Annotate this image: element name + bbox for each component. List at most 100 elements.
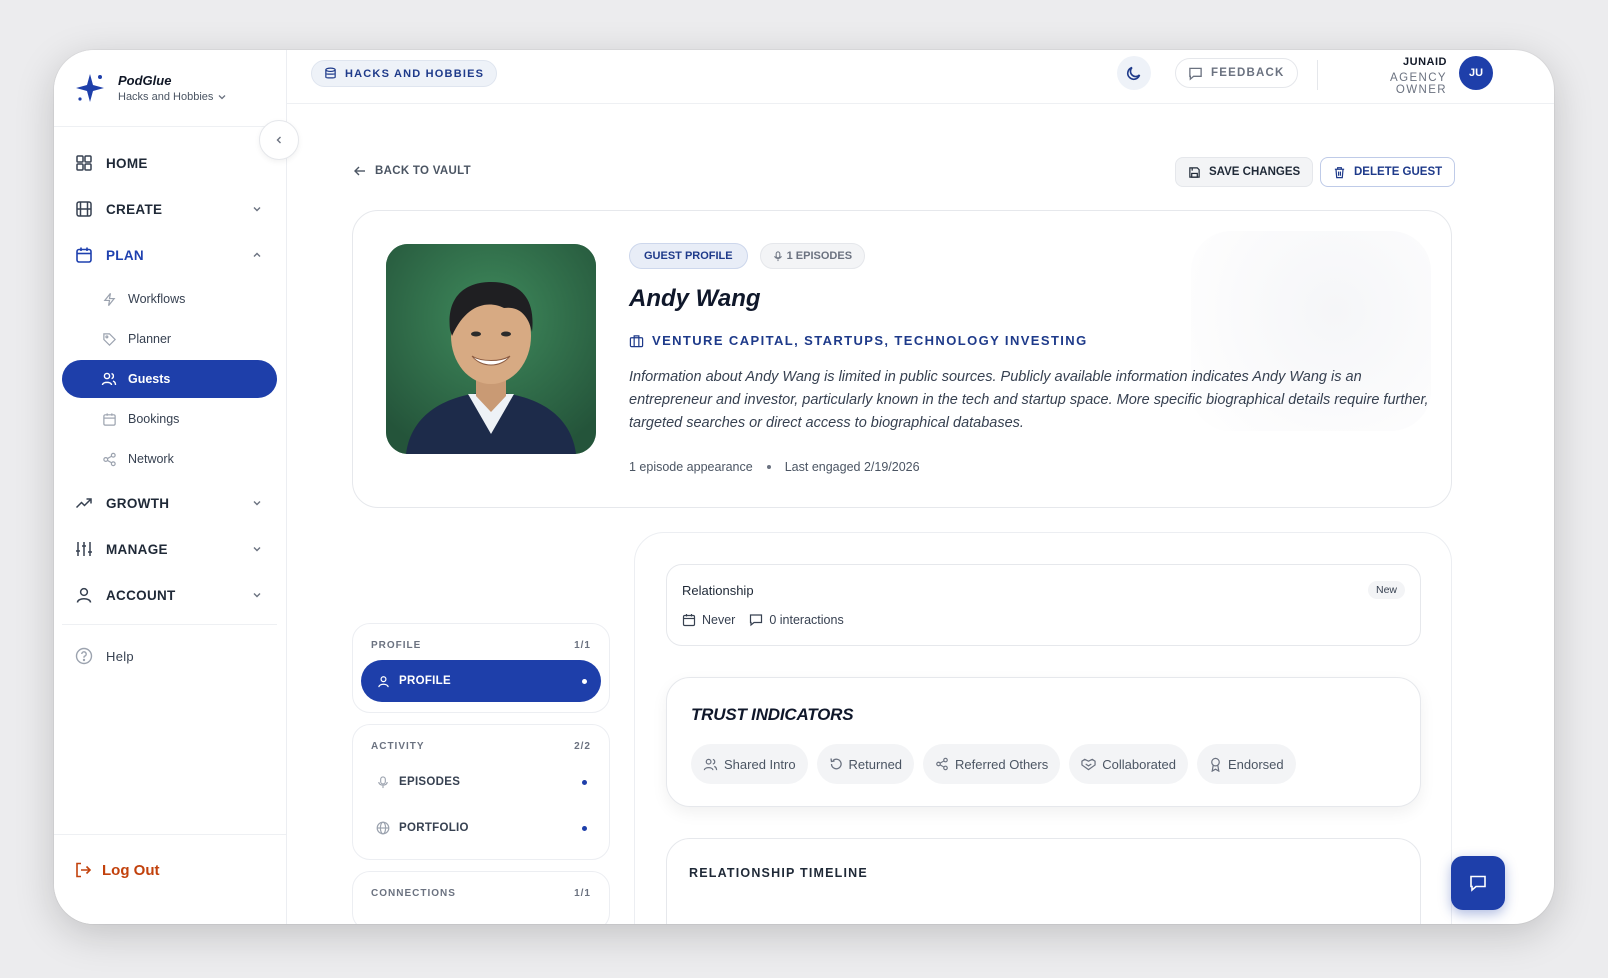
workspace-pill-label: HACKS AND HOBBIES <box>345 67 485 80</box>
sidebar-item-growth[interactable]: GROWTH <box>62 480 277 526</box>
trust-indicators-card: TRUST INDICATORS Shared Intro Returned R… <box>666 677 1421 807</box>
trust-chip-shared-intro[interactable]: Shared Intro <box>691 744 808 784</box>
sidebar-footer: Log Out <box>54 834 286 879</box>
user-icon <box>74 585 94 605</box>
briefcase-icon <box>629 334 644 347</box>
meta-separator <box>766 465 771 469</box>
sidebar-item-help[interactable]: Help <box>62 633 277 679</box>
calendar-icon <box>74 245 94 265</box>
section-head-count: 1/1 <box>574 888 591 899</box>
bolt-icon <box>100 290 118 308</box>
section-head: ACTIVITY 2/2 <box>353 725 609 752</box>
sidebar-subitem-network[interactable]: Network <box>62 440 277 478</box>
status-dot <box>582 678 587 684</box>
workspace-pill[interactable]: HACKS AND HOBBIES <box>311 60 498 87</box>
user-info[interactable]: JUNAID AGENCY OWNER <box>1337 56 1447 96</box>
trust-chip-label: Referred Others <box>955 756 1049 772</box>
sidebar-item-label: PLAN <box>106 247 144 263</box>
app-window: PodGlue Hacks and Hobbies HOME CREATE PL… <box>54 50 1554 924</box>
sidebar-subitem-guests[interactable]: Guests <box>62 360 277 398</box>
moon-icon <box>1126 66 1141 81</box>
interaction-count-value: 0 interactions <box>769 613 844 627</box>
chat-button[interactable] <box>1451 856 1505 910</box>
sidebar-nav: HOME CREATE PLAN Workflows Planner Guest… <box>62 140 277 679</box>
save-changes-button[interactable]: SAVE CHANGES <box>1175 157 1314 187</box>
trust-indicators-title: TRUST INDICATORS <box>691 705 854 724</box>
sidebar-subitem-bookings[interactable]: Bookings <box>62 400 277 438</box>
save-icon <box>1189 166 1200 178</box>
workspace-label: Hacks and Hobbies <box>118 91 214 103</box>
relationship-timeline-title: RELATIONSHIP TIMELINE <box>689 866 868 880</box>
episodes-badge-label: 1 EPISODES <box>786 250 853 262</box>
sidebar-item-create[interactable]: CREATE <box>62 186 277 232</box>
section-head-label: CONNECTIONS <box>371 888 456 899</box>
section-item-episodes[interactable]: EPISODES <box>361 761 601 803</box>
trust-chip-label: Collaborated <box>1102 756 1176 772</box>
sidebar-subitem-workflows[interactable]: Workflows <box>62 280 277 318</box>
feedback-button[interactable]: FEEDBACK <box>1175 58 1298 88</box>
brand-name: PodGlue <box>118 73 172 88</box>
brand-switcher[interactable]: PodGlue Hacks and Hobbies <box>74 68 227 108</box>
appearance-count: 1 episode appearance <box>629 460 753 474</box>
section-group-profile: PROFILE 1/1 PROFILE <box>352 623 610 713</box>
sidebar-subitem-planner[interactable]: Planner <box>62 320 277 358</box>
users-icon <box>703 758 718 770</box>
guest-industry-label: VENTURE CAPITAL, STARTUPS, TECHNOLOGY IN… <box>652 333 1088 348</box>
tag-icon <box>100 330 118 348</box>
logout-button[interactable]: Log Out <box>74 861 159 879</box>
trash-icon <box>1334 166 1345 178</box>
trust-chip-collaborated[interactable]: Collaborated <box>1069 744 1188 784</box>
sidebar-item-plan[interactable]: PLAN <box>62 232 277 278</box>
trust-chip-referred-others[interactable]: Referred Others <box>923 744 1061 784</box>
message-square-icon <box>750 614 763 627</box>
share-icon <box>100 450 118 468</box>
trust-chip-label: Returned <box>848 756 903 772</box>
sliders-icon <box>74 539 94 559</box>
back-to-vault-link[interactable]: BACK TO VAULT <box>353 164 471 178</box>
section-head: CONNECTIONS 1/1 <box>353 872 609 899</box>
chevron-down-icon <box>253 501 261 506</box>
chevron-down-icon <box>253 207 261 212</box>
share-icon <box>936 757 948 771</box>
delete-label: DELETE GUEST <box>1354 166 1443 178</box>
guest-profile-card: GUEST PROFILE 1 EPISODES Andy Wang VENTU… <box>352 210 1452 508</box>
collapse-sidebar-button[interactable] <box>259 120 299 160</box>
sidebar-item-account[interactable]: ACCOUNT <box>62 572 277 618</box>
database-icon <box>325 67 336 79</box>
section-item-label: PROFILE <box>399 675 451 687</box>
film-icon <box>74 199 94 219</box>
sidebar-item-manage[interactable]: MANAGE <box>62 526 277 572</box>
handshake-icon <box>1081 758 1096 771</box>
user-name: JUNAID <box>1403 56 1447 68</box>
trust-chip-endorsed[interactable]: Endorsed <box>1196 744 1296 784</box>
interaction-count: 0 interactions <box>749 613 844 627</box>
calendar-small-icon <box>100 410 118 428</box>
sidebar-item-label: MANAGE <box>106 541 168 557</box>
section-head-count: 1/1 <box>574 640 591 651</box>
section-item-portfolio[interactable]: PORTFOLIO <box>361 807 601 849</box>
chevron-up-icon <box>253 252 261 257</box>
user-role: AGENCY OWNER <box>1390 72 1447 96</box>
guest-meta: 1 episode appearance Last engaged 2/19/2… <box>629 460 920 474</box>
sidebar-subitem-label: Bookings <box>128 412 180 426</box>
sidebar-item-home[interactable]: HOME <box>62 140 277 186</box>
relationship-meta: Never 0 interactions <box>682 613 844 627</box>
delete-guest-button[interactable]: DELETE GUEST <box>1320 157 1456 187</box>
theme-toggle-button[interactable] <box>1117 56 1151 90</box>
award-icon <box>1211 757 1220 772</box>
status-dot <box>582 779 587 785</box>
sidebar-subitem-label: Workflows <box>128 292 186 306</box>
logout-icon <box>76 862 92 878</box>
relationship-title: Relationship <box>682 583 754 598</box>
home-grid-icon <box>74 153 94 173</box>
workspace-name: Hacks and Hobbies <box>118 91 227 103</box>
divider <box>1317 60 1318 90</box>
section-head-label: PROFILE <box>371 640 422 651</box>
sidebar-item-label: ACCOUNT <box>106 587 176 603</box>
section-item-profile[interactable]: PROFILE <box>361 660 601 702</box>
sidebar: PodGlue Hacks and Hobbies HOME CREATE PL… <box>54 50 287 924</box>
trust-chip-returned[interactable]: Returned <box>816 744 915 784</box>
save-label: SAVE CHANGES <box>1209 166 1301 178</box>
avatar[interactable]: JU <box>1459 56 1493 90</box>
trending-up-icon <box>74 493 94 513</box>
